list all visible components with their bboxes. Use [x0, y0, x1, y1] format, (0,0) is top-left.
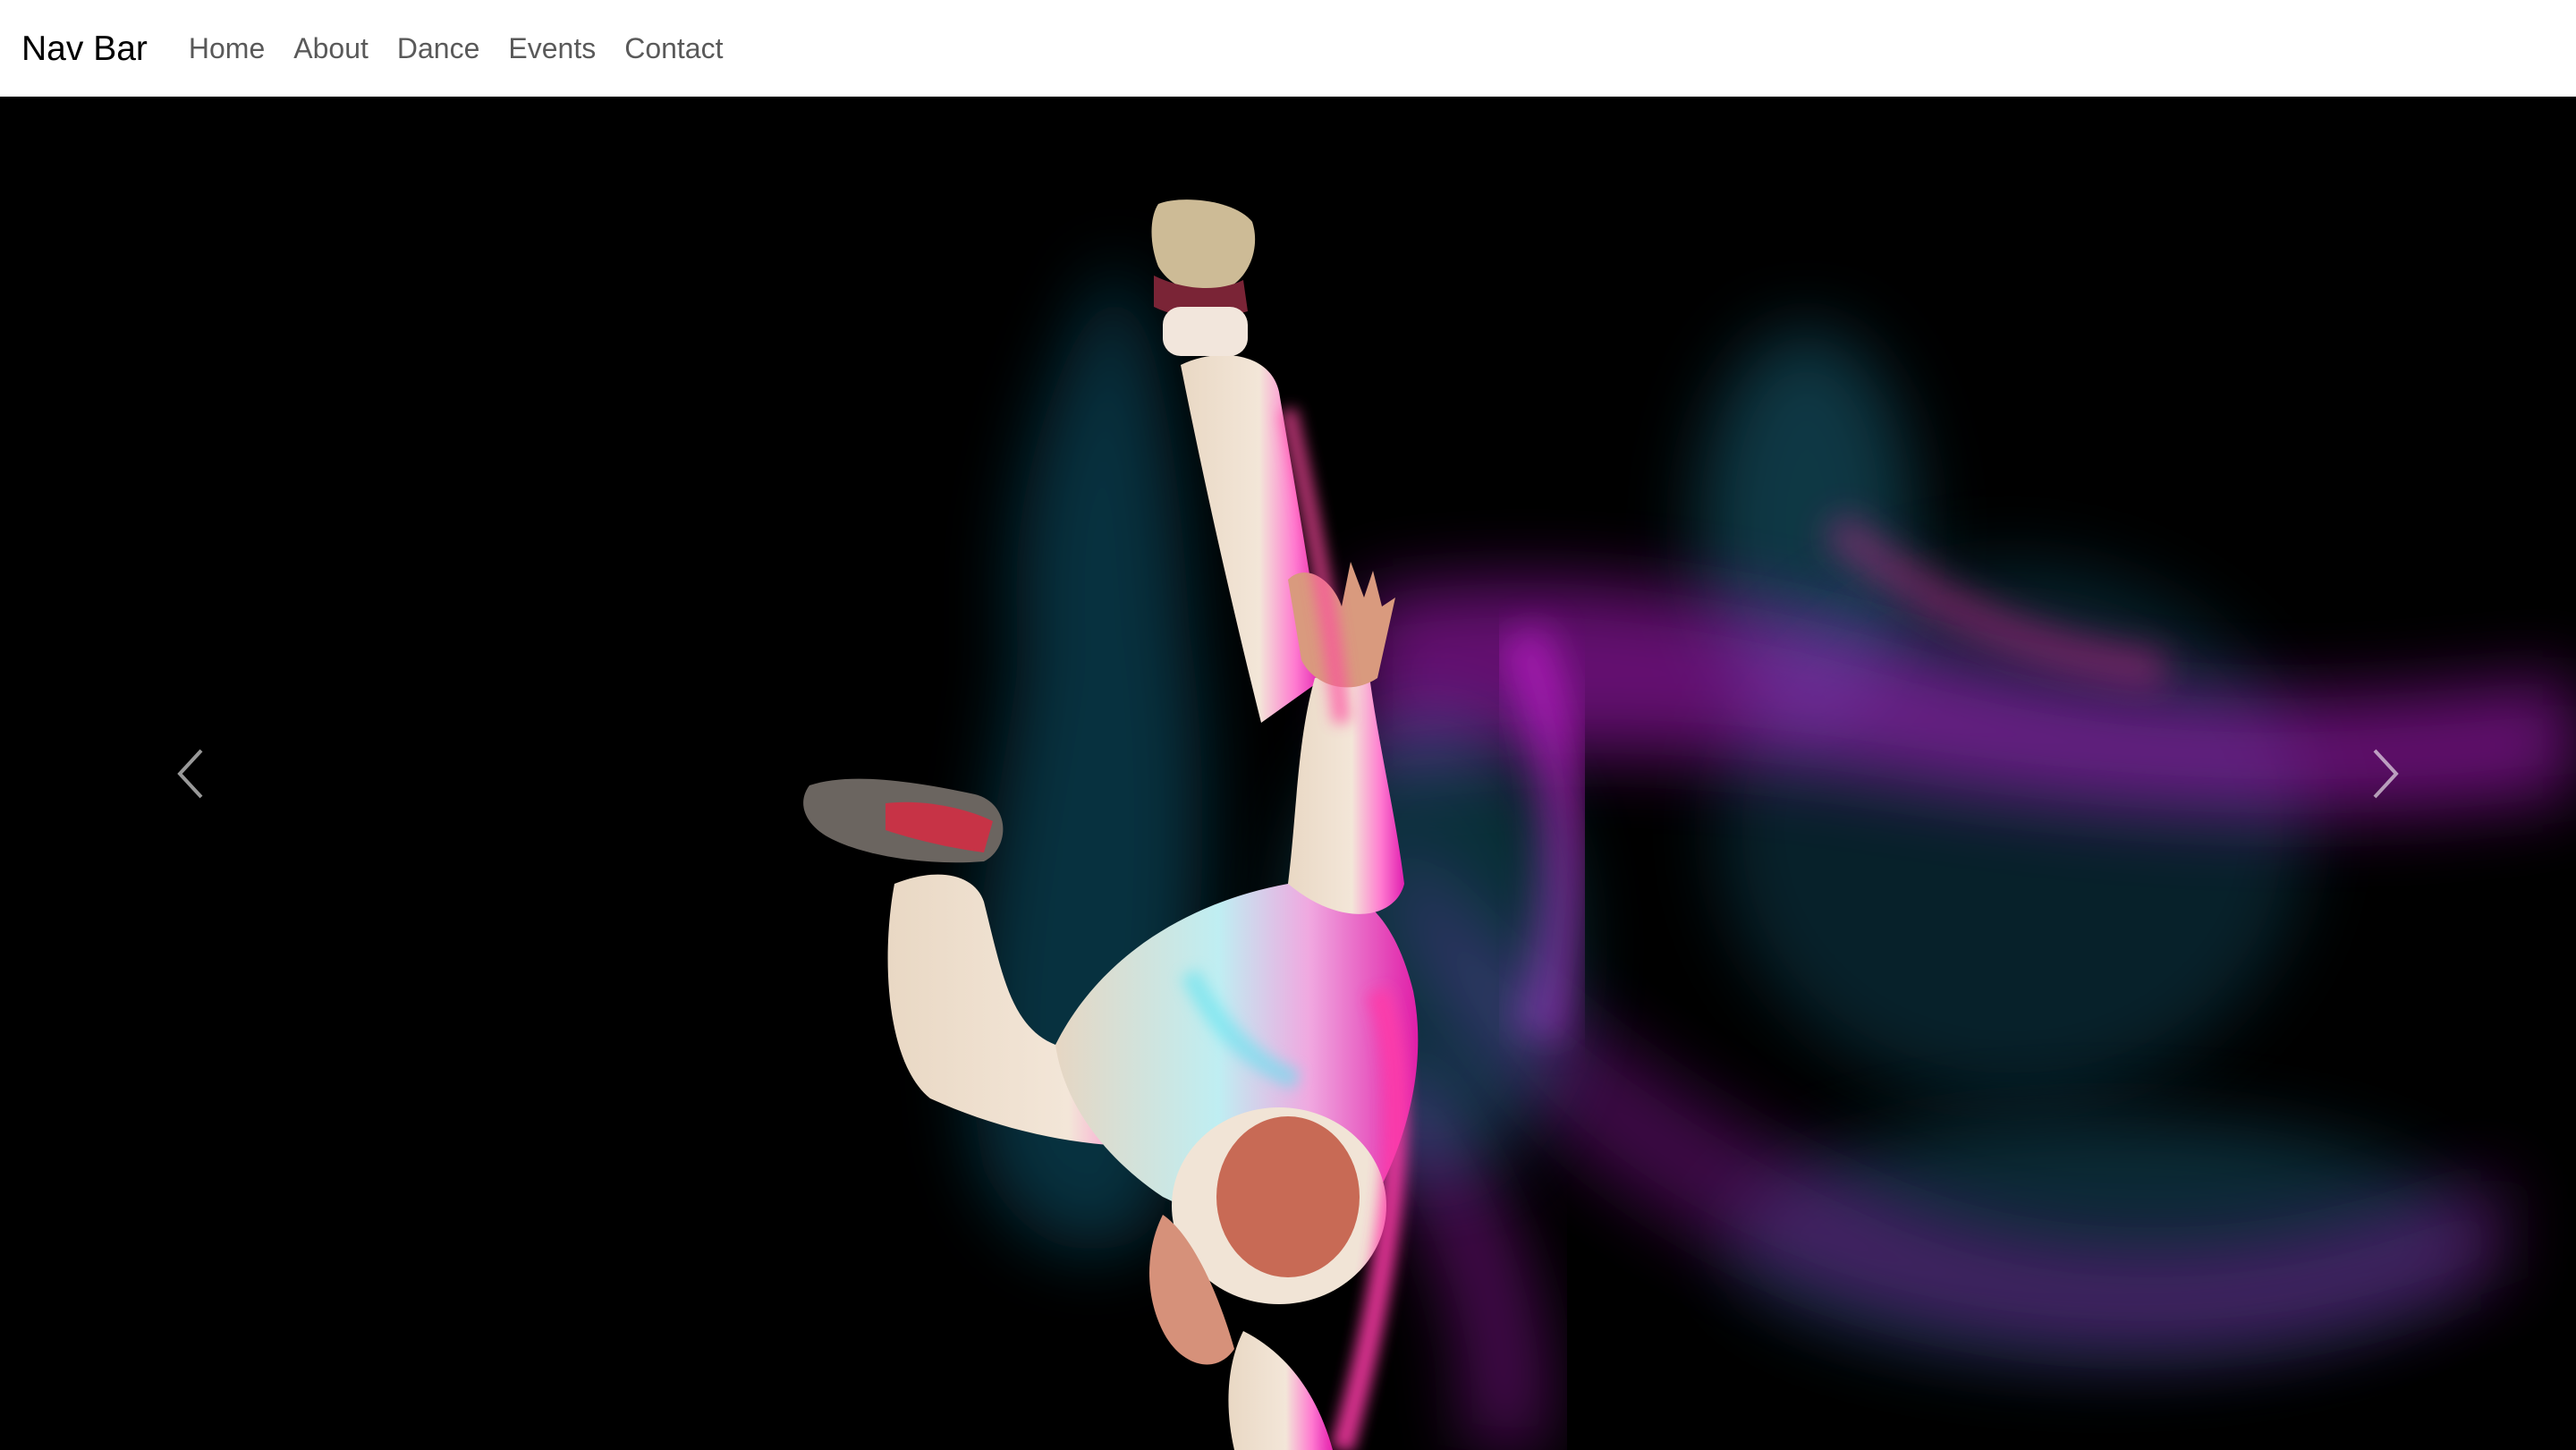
navbar: Nav Bar Home About Dance Events Contact	[0, 0, 2576, 97]
nav-link-contact[interactable]: Contact	[610, 34, 737, 63]
hero-carousel	[0, 97, 2576, 1450]
carousel-slide-image	[803, 199, 2576, 1450]
carousel-prev-button[interactable]	[0, 97, 385, 1450]
nav-links: Home About Dance Events Contact	[174, 34, 738, 63]
carousel-next-button[interactable]	[2191, 97, 2576, 1450]
chevron-left-icon	[177, 749, 203, 798]
nav-link-home[interactable]: Home	[174, 34, 279, 63]
navbar-brand[interactable]: Nav Bar	[21, 31, 148, 66]
nav-link-dance[interactable]: Dance	[383, 34, 495, 63]
nav-link-about[interactable]: About	[279, 34, 383, 63]
nav-link-events[interactable]: Events	[494, 34, 610, 63]
chevron-right-icon	[2373, 749, 2399, 798]
